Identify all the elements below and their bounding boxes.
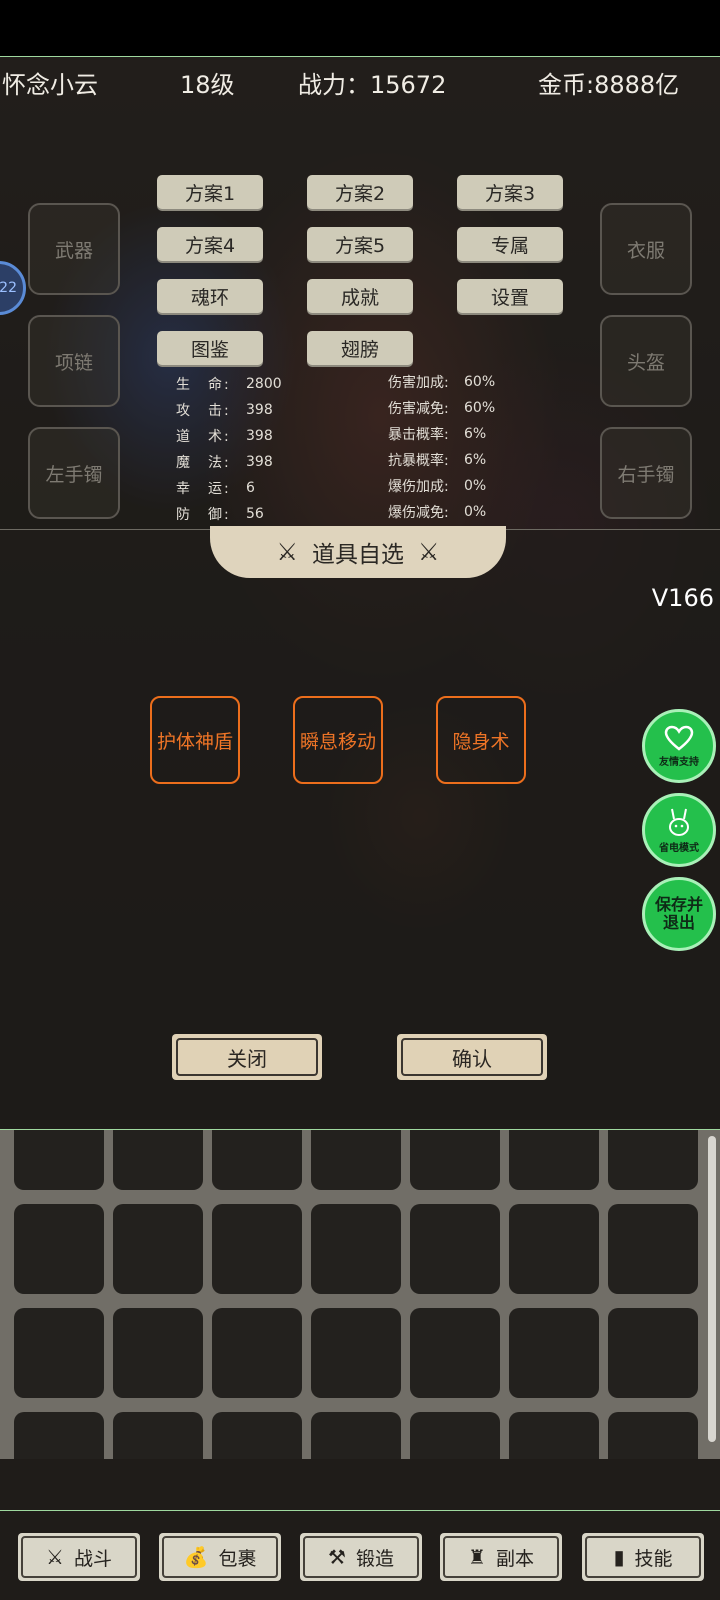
inventory-slot[interactable] [410, 1130, 500, 1190]
inventory-slot[interactable] [14, 1204, 104, 1294]
inventory-slot[interactable] [14, 1412, 104, 1459]
inventory-slot[interactable] [410, 1308, 500, 1398]
inventory-slot[interactable] [509, 1412, 599, 1459]
dialog-title: 道具自选 [312, 542, 404, 568]
inventory-slot[interactable] [410, 1204, 500, 1294]
power-save-button[interactable]: 省电模式 [642, 793, 716, 867]
game-screen: 怀念小云 18级 战力：15672 金币:8888亿 22 武器 项链 左手镯 … [0, 56, 720, 1600]
stat-row: 爆伤加成: 0% [388, 478, 487, 495]
inventory-slot[interactable] [608, 1130, 698, 1190]
dialog-title-tab: ⚔ 道具自选 ⚔ [210, 526, 506, 578]
inventory-slot[interactable] [509, 1204, 599, 1294]
stat-row: 防 御: 56 [176, 506, 264, 523]
option-teleport[interactable]: 瞬息移动 [293, 696, 383, 784]
stats-right: 伤害加成: 60% 伤害减免: 60% 暴击概率: 6% 抗暴概率: 6% 爆伤加成: 0… [388, 369, 495, 525]
tower-icon: ♜ [468, 1545, 486, 1569]
slot-right-bracelet[interactable]: 右手镯 [600, 427, 692, 519]
gold-amount: 金币:8888亿 [538, 71, 680, 99]
achievement-button[interactable]: 成就 [307, 279, 413, 313]
soul-ring-button[interactable]: 魂环 [157, 279, 263, 313]
stat-row: 魔 法: 398 [176, 454, 273, 471]
inventory-slot[interactable] [14, 1308, 104, 1398]
inventory-slot[interactable] [509, 1130, 599, 1190]
inventory-slot[interactable] [311, 1130, 401, 1190]
stat-row: 暴击概率: 6% [388, 426, 487, 443]
nav-bag[interactable]: 💰 包裹 [159, 1533, 281, 1581]
stat-row: 伤害减免: 60% [388, 400, 496, 417]
inventory-slot[interactable] [311, 1204, 401, 1294]
exclusive-button[interactable]: 专属 [457, 227, 563, 261]
inventory-slot[interactable] [212, 1130, 302, 1190]
inventory-slot[interactable] [14, 1130, 104, 1190]
inventory-slot[interactable] [113, 1412, 203, 1459]
stat-row: 伤害加成: 60% [388, 374, 496, 391]
inventory-slot[interactable] [311, 1308, 401, 1398]
stat-row: 攻 击: 398 [176, 402, 273, 419]
inventory-slot[interactable] [509, 1308, 599, 1398]
inventory-slot[interactable] [113, 1130, 203, 1190]
codex-button[interactable]: 图鉴 [157, 331, 263, 365]
inventory-slot[interactable] [608, 1308, 698, 1398]
player-name: 怀念小云 [2, 71, 98, 99]
friend-support-button[interactable]: 友情支持 [642, 709, 716, 783]
stat-row: 生 命: 2800 [176, 376, 282, 393]
nav-battle[interactable]: ⚔ 战斗 [18, 1533, 140, 1581]
inventory-slot[interactable] [113, 1204, 203, 1294]
plan-5-button[interactable]: 方案5 [307, 227, 413, 261]
confirm-button[interactable]: 确认 [397, 1034, 547, 1080]
combat-power: 战力：15672 [298, 71, 447, 99]
inventory-grid [0, 1129, 720, 1459]
plan-4-button[interactable]: 方案4 [157, 227, 263, 261]
stat-row: 抗暴概率: 6% [388, 452, 487, 469]
inventory-slot[interactable] [212, 1308, 302, 1398]
plan-1-button[interactable]: 方案1 [157, 175, 263, 209]
inventory-slot[interactable] [608, 1412, 698, 1459]
stat-row: 幸 运: 6 [176, 480, 255, 497]
hammer-icon: ⚒ [328, 1545, 346, 1569]
slot-clothes[interactable]: 衣服 [600, 203, 692, 295]
wings-button[interactable]: 翅膀 [307, 331, 413, 365]
close-button[interactable]: 关闭 [172, 1034, 322, 1080]
inventory-scrollbar[interactable] [708, 1136, 716, 1442]
bag-icon: 💰 [183, 1545, 209, 1569]
slot-helmet[interactable]: 头盔 [600, 315, 692, 407]
inventory-slot[interactable] [410, 1412, 500, 1459]
bottom-nav: ⚔ 战斗 💰 包裹 ⚒ 锻造 ♜ 副本 ▮ 技能 [0, 1510, 720, 1600]
slot-weapon[interactable]: 武器 [28, 203, 120, 295]
inventory-slot[interactable] [608, 1204, 698, 1294]
stats-left: 生 命: 2800 攻 击: 398 道 术: 398 魔 法: 398 幸 运: 6 防… [176, 371, 282, 527]
plan-2-button[interactable]: 方案2 [307, 175, 413, 209]
inventory-slot[interactable] [212, 1204, 302, 1294]
nav-skills[interactable]: ▮ 技能 [582, 1533, 704, 1581]
inventory-slot[interactable] [311, 1412, 401, 1459]
crossed-swords-icon: ⚔ [276, 538, 298, 566]
plan-3-button[interactable]: 方案3 [457, 175, 563, 209]
option-protective-shield[interactable]: 护体神盾 [150, 696, 240, 784]
version-label: V166 [651, 584, 714, 612]
item-select-dialog: ⚔ 道具自选 ⚔ V166 护体神盾 瞬息移动 隐身术 关闭 确认 [0, 526, 720, 1177]
option-invisibility[interactable]: 隐身术 [436, 696, 526, 784]
rabbit-icon [669, 808, 689, 836]
player-level: 18级 [180, 71, 235, 99]
save-and-exit-button[interactable]: 保存并退出 [642, 877, 716, 951]
inventory-slot[interactable] [212, 1412, 302, 1459]
slot-necklace[interactable]: 项链 [28, 315, 120, 407]
slot-left-bracelet[interactable]: 左手镯 [28, 427, 120, 519]
settings-button[interactable]: 设置 [457, 279, 563, 313]
heart-icon [664, 725, 694, 751]
crossed-swords-icon: ⚔ [46, 1545, 64, 1569]
inventory-slot[interactable] [113, 1308, 203, 1398]
stat-row: 爆伤减免: 0% [388, 504, 487, 521]
crossed-swords-icon: ⚔ [418, 538, 440, 566]
nav-forge[interactable]: ⚒ 锻造 [300, 1533, 422, 1581]
stat-row: 道 术: 398 [176, 428, 273, 445]
nav-dungeon[interactable]: ♜ 副本 [440, 1533, 562, 1581]
book-icon: ▮ [613, 1545, 625, 1569]
